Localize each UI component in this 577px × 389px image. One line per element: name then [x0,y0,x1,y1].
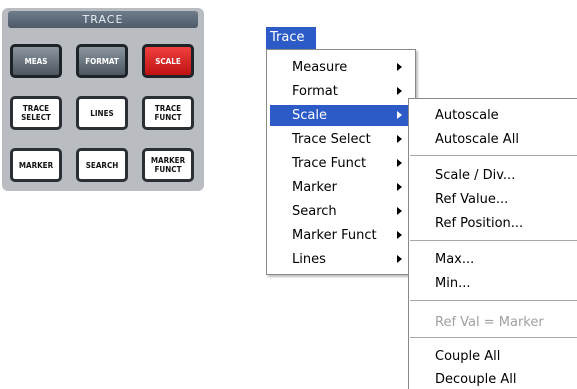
menu-item-label: Scale [292,108,327,123]
menu-item-label: Trace Select [292,132,371,147]
submenu-item-max[interactable]: Max... [435,250,575,270]
trace-funct-key[interactable]: TRACE FUNCT [142,96,194,130]
menu-separator [410,337,577,338]
menu-item-search[interactable]: Search [270,201,412,222]
submenu-arrow-icon [397,135,402,143]
lines-key[interactable]: LINES [76,96,128,130]
menu-item-label: Trace Funct [292,156,367,171]
submenu-arrow-icon [397,231,402,239]
submenu-item-autoscale-all[interactable]: Autoscale All [435,130,575,150]
scale-key[interactable]: SCALE [142,44,194,78]
meas-key[interactable]: MEAS [10,44,62,78]
search-key[interactable]: SEARCH [76,148,128,182]
panel-title: TRACE [8,11,198,28]
menu-item-label: Lines [292,252,326,267]
submenu-arrow-icon [397,63,402,71]
menu-item-scale[interactable]: Scale [270,105,412,126]
menu-item-marker[interactable]: Marker [270,177,412,198]
menubar-trace[interactable]: Trace [266,27,316,49]
submenu-arrow-icon [397,255,402,263]
menu-separator [410,300,577,301]
scale-submenu: Autoscale Autoscale All Scale / Div... R… [408,98,577,389]
menu-item-label: Marker Funct [292,228,377,243]
menu-item-lines[interactable]: Lines [270,249,412,270]
trace-menu: Measure Format Scale Trace Select Trace … [266,49,416,275]
submenu-arrow-icon [397,159,402,167]
menu-item-marker-funct[interactable]: Marker Funct [270,225,412,246]
submenu-item-ref-val-marker: Ref Val = Marker [435,315,544,330]
menu-item-trace-select[interactable]: Trace Select [270,129,412,150]
submenu-item-autoscale[interactable]: Autoscale [435,106,575,126]
menu-item-format[interactable]: Format [270,81,412,102]
format-key[interactable]: FORMAT [76,44,128,78]
submenu-arrow-icon [397,183,402,191]
marker-key[interactable]: MARKER [10,148,62,182]
menu-item-label: Marker [292,180,337,195]
menu-item-trace-funct[interactable]: Trace Funct [270,153,412,174]
menu-separator [410,155,577,156]
menu-separator [410,240,577,241]
submenu-arrow-icon [397,207,402,215]
menu-item-label: Format [292,84,338,99]
submenu-item-ref-position[interactable]: Ref Position... [435,214,575,234]
menu-item-label: Search [292,204,337,219]
trace-hardkey-panel: TRACE MEAS FORMAT SCALE TRACE SELECT LIN… [2,8,204,191]
submenu-arrow-icon [397,111,402,119]
submenu-arrow-icon [397,87,402,95]
marker-funct-key[interactable]: MARKER FUNCT [142,148,194,182]
submenu-item-couple-all[interactable]: Couple All [435,347,575,367]
submenu-item-decouple-all[interactable]: Decouple All [435,370,575,389]
submenu-item-scale-div[interactable]: Scale / Div... [435,166,575,186]
screenshot-root: TRACE MEAS FORMAT SCALE TRACE SELECT LIN… [0,0,577,389]
menu-item-measure[interactable]: Measure [270,57,412,78]
submenu-item-min[interactable]: Min... [435,274,575,294]
menu-item-label: Measure [292,60,348,75]
submenu-item-ref-value[interactable]: Ref Value... [435,190,575,210]
trace-select-key[interactable]: TRACE SELECT [10,96,62,130]
